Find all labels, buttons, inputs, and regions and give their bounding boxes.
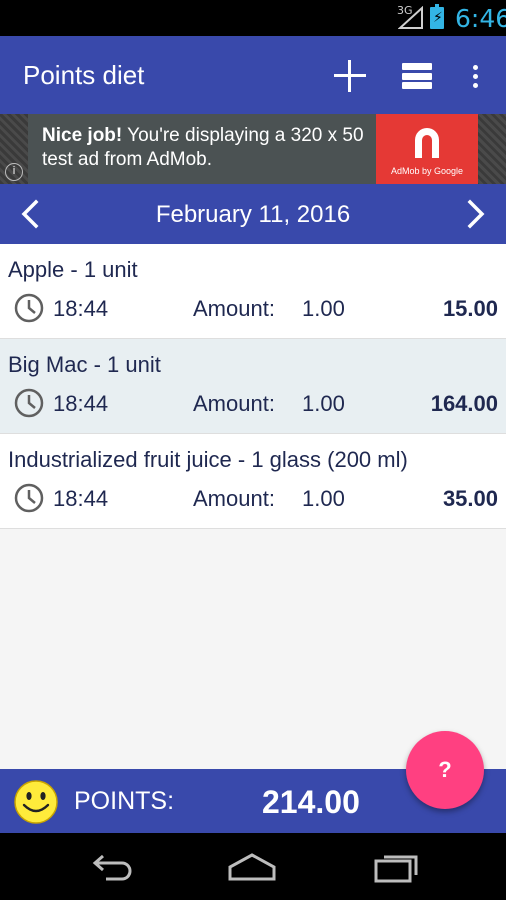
food-name: Industrialized fruit juice - 1 glass (20… — [8, 447, 408, 472]
recent-apps-icon[interactable] — [366, 845, 426, 889]
points-label: POINTS: — [74, 787, 175, 815]
list-item[interactable]: Apple - 1 unit 18:44 Amount: 1.00 15.00 — [0, 244, 506, 339]
date-bar: February 11, 2016 — [0, 184, 506, 244]
amount-value: 1.00 — [302, 391, 345, 416]
entry-points: 15.00 — [442, 296, 498, 321]
points-total: 214.00 — [262, 784, 360, 820]
app-toolbar: Points diet — [0, 36, 506, 114]
status-time: 6:46 — [455, 4, 506, 33]
list-button[interactable] — [393, 52, 441, 100]
admob-logo-box[interactable]: AdMob by Google — [376, 114, 478, 184]
food-entry-list: Apple - 1 unit 18:44 Amount: 1.00 15.00 … — [0, 244, 506, 529]
food-name: Big Mac - 1 unit — [8, 352, 161, 377]
overflow-menu-button[interactable] — [451, 52, 499, 100]
home-icon[interactable] — [222, 845, 282, 889]
list-icon — [402, 63, 432, 89]
amount-value: 1.00 — [302, 296, 345, 321]
cell-signal-icon — [398, 6, 423, 29]
amount-value: 1.00 — [302, 486, 345, 511]
admob-logo-icon — [415, 128, 439, 158]
list-item[interactable]: Big Mac - 1 unit 18:44 Amount: 1.00 164.… — [0, 339, 506, 434]
app-title: Points diet — [23, 60, 145, 90]
list-item[interactable]: Industrialized fruit juice - 1 glass (20… — [0, 434, 506, 529]
plus-icon-bar — [334, 74, 366, 77]
system-nav-bar — [0, 833, 506, 900]
more-vert-icon — [472, 64, 478, 88]
ad-banner[interactable]: i Nice job! You're displaying a 320 x 50… — [0, 114, 506, 184]
clock-icon — [14, 483, 44, 513]
entry-time: 18:44 — [53, 296, 109, 321]
charging-bolt-icon: ⚡ — [433, 9, 443, 25]
entry-points: 164.00 — [430, 391, 498, 416]
amount-label: Amount: — [193, 296, 275, 321]
ad-headline: Nice job! — [42, 125, 123, 146]
clock-icon — [14, 388, 44, 418]
back-icon[interactable] — [82, 845, 142, 889]
info-icon[interactable]: i — [5, 163, 23, 181]
ad-brand: AdMob by Google — [390, 166, 464, 176]
entry-time: 18:44 — [53, 486, 109, 511]
entry-points: 35.00 — [442, 486, 498, 511]
current-date: February 11, 2016 — [155, 201, 351, 228]
clock-icon — [14, 293, 44, 323]
food-name: Apple - 1 unit — [8, 257, 138, 282]
add-button[interactable] — [326, 52, 374, 100]
ad-text: Nice job! You're displaying a 320 x 50 t… — [42, 124, 372, 172]
help-fab-button[interactable]: ? — [406, 731, 484, 809]
smiley-icon — [14, 780, 58, 824]
amount-label: Amount: — [193, 486, 275, 511]
amount-label: Amount: — [193, 391, 275, 416]
entry-time: 18:44 — [53, 391, 109, 416]
ad-content[interactable]: Nice job! You're displaying a 320 x 50 t… — [28, 114, 376, 184]
chevron-right-icon[interactable] — [456, 194, 496, 234]
status-bar: 3G ⚡ 6:46 — [0, 0, 506, 36]
